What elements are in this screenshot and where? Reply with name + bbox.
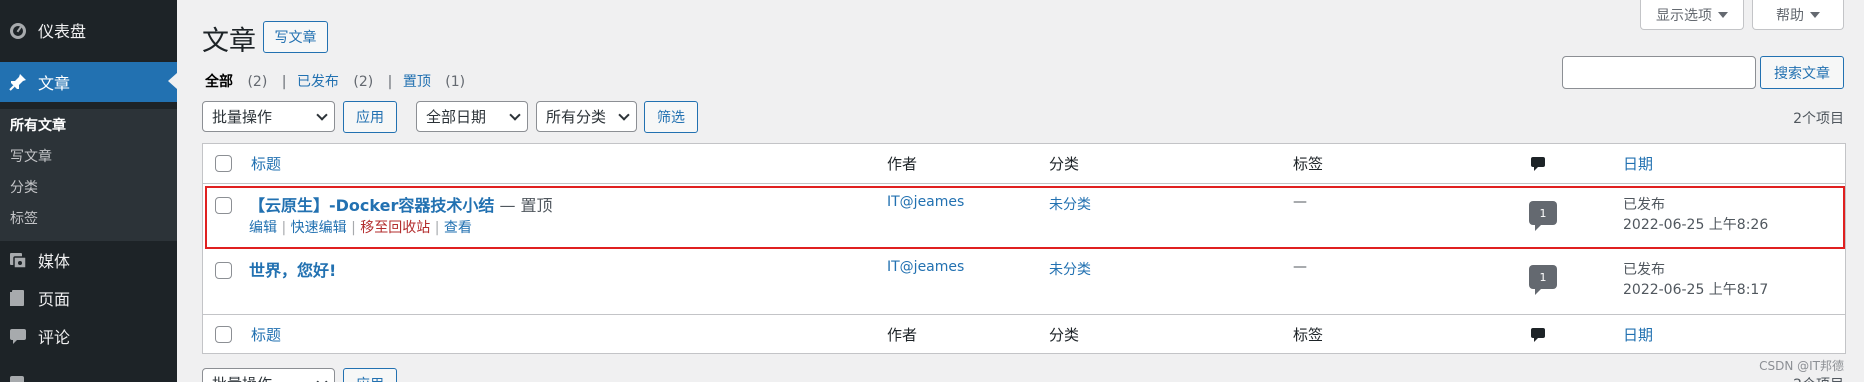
column-date[interactable]: 日期 xyxy=(1623,144,1653,183)
post-title-link[interactable]: 【云原生】-Docker容器技术小结 — 置顶 xyxy=(249,192,553,216)
menu-dashboard-label: 仪表盘 xyxy=(38,22,87,41)
column-title[interactable]: 标题 xyxy=(251,144,281,183)
add-new-post-button[interactable]: 写文章 xyxy=(263,21,328,53)
filter-button[interactable]: 筛选 xyxy=(644,101,698,133)
admin-sidebar: 仪表盘 文章 所有文章 写文章 分类 标签 媒体 页面 评论 xyxy=(0,0,177,382)
column-tags: 标签 xyxy=(1293,155,1324,173)
posts-submenu: 所有文章 写文章 分类 标签 xyxy=(0,109,177,241)
comment-icon xyxy=(0,326,36,346)
menu-comments-label: 评论 xyxy=(38,328,71,347)
submenu-all-posts[interactable]: 所有文章 xyxy=(10,115,66,135)
select-all-checkbox[interactable] xyxy=(215,155,232,172)
column-categories: 分类 xyxy=(1049,155,1080,173)
filter-sticky[interactable]: 置顶 xyxy=(403,74,431,90)
menu-pages[interactable]: 页面 xyxy=(0,279,177,317)
filter-published-count: (2) xyxy=(353,74,374,90)
menu-dashboard[interactable]: 仪表盘 xyxy=(0,11,177,49)
date-filter-value: 全部日期 xyxy=(426,108,487,126)
items-count: 2个项目 xyxy=(1793,111,1844,127)
post-status: 已发布 xyxy=(1623,197,1665,213)
filter-all-count: (2) xyxy=(247,74,268,90)
watermark: CSDN @IT邦德 xyxy=(1759,359,1844,373)
screen-options-label: 显示选项 xyxy=(1656,7,1712,24)
quick-edit-link[interactable]: 快速编辑 xyxy=(291,220,347,236)
post-tags: — xyxy=(1293,194,1307,210)
date-filter-select[interactable]: 全部日期 xyxy=(416,101,528,132)
table-row: 【云原生】-Docker容器技术小结 — 置顶 编辑 | 快速编辑 | 移至回收… xyxy=(205,186,1845,249)
filter-published[interactable]: 已发布 xyxy=(297,74,339,90)
chevron-down-icon xyxy=(316,375,328,382)
bulk-action-value: 批量操作 xyxy=(212,108,273,126)
page-title: 文章 xyxy=(202,26,256,57)
comment-count-badge[interactable]: 1 xyxy=(1529,201,1557,231)
table-row: 世界，您好! IT@jeames 未分类 — 1 已发布 2022-06-25 … xyxy=(203,251,1845,313)
screen-options-button[interactable]: 显示选项 xyxy=(1640,0,1744,30)
post-category[interactable]: 未分类 xyxy=(1049,259,1091,279)
column-tags-footer: 标签 xyxy=(1293,326,1324,344)
menu-pages-label: 页面 xyxy=(38,290,71,309)
post-state: — 置顶 xyxy=(494,196,553,215)
posts-table: 标题 作者 分类 标签 日期 【云原生】-Docker容器技术小结 — 置顶 编… xyxy=(202,143,1846,354)
post-date: 2022-06-25 上午8:17 xyxy=(1623,282,1769,298)
post-title-link[interactable]: 世界，您好! xyxy=(249,257,336,281)
status-filter-links: 全部 (2) | 已发布 (2) | 置顶 (1) xyxy=(205,74,466,90)
category-filter-value: 所有分类 xyxy=(546,108,607,126)
menu-posts[interactable]: 文章 xyxy=(0,62,177,102)
items-count-bottom: 2个项目 xyxy=(1793,374,1844,382)
row-actions: 编辑 | 快速编辑 | 移至回收站 | 查看 xyxy=(249,220,472,236)
search-posts-button[interactable]: 搜索文章 xyxy=(1760,56,1844,89)
filter-sticky-count: (1) xyxy=(445,74,466,90)
bulk-action-select[interactable]: 批量操作 xyxy=(202,101,335,132)
filter-all[interactable]: 全部 xyxy=(205,74,233,90)
menu-media[interactable]: 媒体 xyxy=(0,241,177,279)
chevron-down-icon xyxy=(618,108,630,121)
help-button[interactable]: 帮助 xyxy=(1752,0,1844,30)
trash-link[interactable]: 移至回收站 xyxy=(360,220,430,236)
apply-button-bottom[interactable]: 应用 xyxy=(343,368,397,382)
table-header: 标题 作者 分类 标签 日期 xyxy=(203,144,1845,184)
comments-column-icon xyxy=(1530,144,1546,183)
column-title-footer[interactable]: 标题 xyxy=(251,315,281,354)
bulk-action-value-bottom: 批量操作 xyxy=(212,373,272,382)
post-date: 2022-06-25 上午8:26 xyxy=(1623,217,1769,233)
bulk-action-select-bottom[interactable]: 批量操作 xyxy=(202,368,335,382)
select-all-checkbox-footer[interactable] xyxy=(215,326,232,343)
caret-down-icon xyxy=(1810,11,1820,18)
column-author: 作者 xyxy=(887,155,918,173)
comments-column-icon xyxy=(1530,315,1546,354)
category-filter-select[interactable]: 所有分类 xyxy=(536,101,637,132)
column-categories-footer: 分类 xyxy=(1049,326,1080,344)
row-checkbox[interactable] xyxy=(215,197,232,214)
post-author[interactable]: IT@jeames xyxy=(887,259,964,275)
post-title-text[interactable]: 【云原生】-Docker容器技术小结 xyxy=(249,196,494,215)
post-category[interactable]: 未分类 xyxy=(1049,194,1091,214)
chevron-down-icon xyxy=(316,108,328,121)
column-author-footer: 作者 xyxy=(887,326,918,344)
post-tags: — xyxy=(1293,259,1307,275)
apply-button[interactable]: 应用 xyxy=(343,101,397,133)
submenu-categories[interactable]: 分类 xyxy=(10,177,38,197)
caret-down-icon xyxy=(1718,11,1728,18)
menu-posts-label: 文章 xyxy=(38,74,71,93)
table-footer: 标题 作者 分类 标签 日期 xyxy=(203,314,1845,354)
chevron-down-icon xyxy=(509,108,521,121)
column-date-footer[interactable]: 日期 xyxy=(1623,315,1653,354)
edit-link[interactable]: 编辑 xyxy=(249,220,277,236)
media-icon xyxy=(0,250,36,270)
page-icon xyxy=(0,288,36,308)
menu-next-icon xyxy=(8,370,26,382)
menu-media-label: 媒体 xyxy=(38,252,71,271)
search-input[interactable] xyxy=(1562,56,1756,89)
submenu-add-new[interactable]: 写文章 xyxy=(10,146,52,166)
help-label: 帮助 xyxy=(1776,7,1804,24)
submenu-tags[interactable]: 标签 xyxy=(10,208,38,228)
post-status: 已发布 xyxy=(1623,262,1665,278)
post-author[interactable]: IT@jeames xyxy=(887,194,964,210)
row-checkbox[interactable] xyxy=(215,262,232,279)
view-link[interactable]: 查看 xyxy=(444,220,472,236)
dashboard-icon xyxy=(0,20,36,40)
pin-icon xyxy=(0,72,36,92)
menu-comments[interactable]: 评论 xyxy=(0,317,177,355)
comment-count-badge[interactable]: 1 xyxy=(1529,265,1557,295)
